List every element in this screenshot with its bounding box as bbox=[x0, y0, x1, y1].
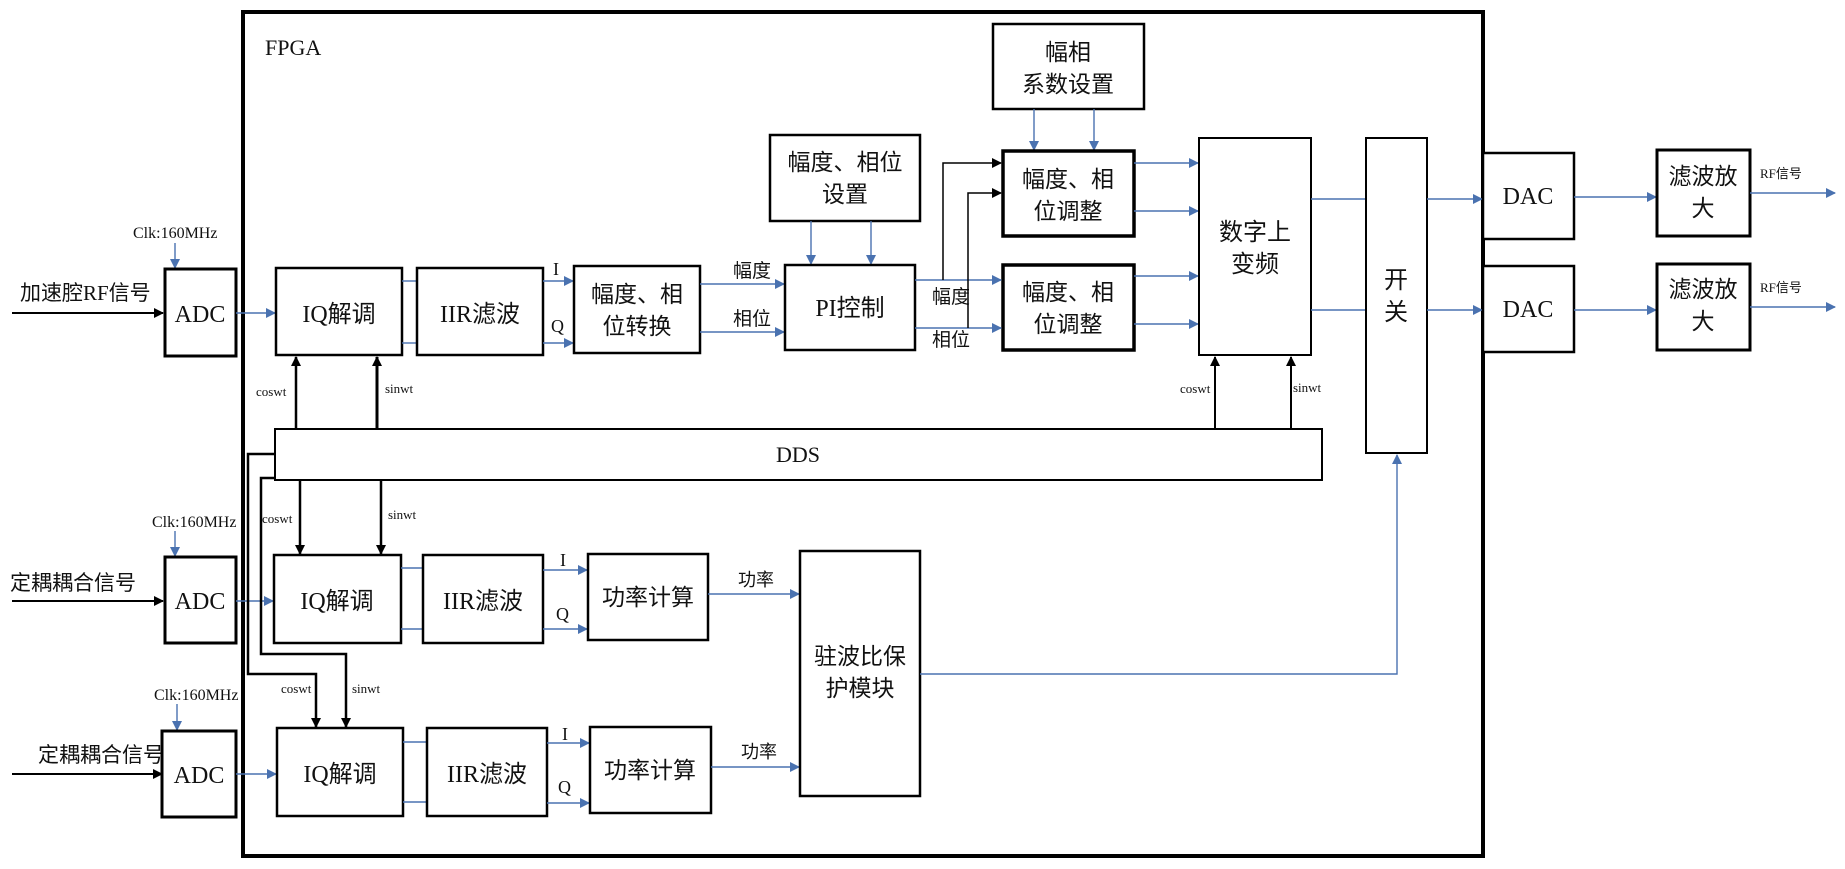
adjust-1-label-2: 位调整 bbox=[1034, 199, 1103, 224]
pi-controller-label: PI控制 bbox=[815, 295, 884, 322]
filter-amp-1 bbox=[1655, 148, 1752, 238]
coswt-label-duc: coswt bbox=[1180, 381, 1211, 396]
amp-phase-convert-label-1: 幅度、相 bbox=[591, 282, 683, 307]
sinwt-label-3: sinwt bbox=[352, 681, 381, 696]
adjust-2-label-2: 位调整 bbox=[1034, 312, 1103, 337]
iir-filter-3-label: IIR滤波 bbox=[447, 761, 527, 788]
filter-amp-2-label-2: 大 bbox=[1692, 309, 1715, 334]
power-label-2: 功率 bbox=[741, 742, 777, 762]
clk-label-1: Clk:160MHz bbox=[133, 225, 217, 242]
amp-phase-convert bbox=[572, 264, 702, 355]
iir-filter-1-label: IIR滤波 bbox=[440, 301, 520, 328]
dac-2-label: DAC bbox=[1503, 297, 1554, 323]
amp-phase-setting bbox=[768, 133, 922, 223]
filter-amp-2-label-1: 滤波放 bbox=[1669, 277, 1738, 302]
amp-phase-setting-label-1: 幅度、相位 bbox=[788, 150, 903, 175]
power-label-1: 功率 bbox=[738, 570, 774, 590]
i-label-2: I bbox=[560, 550, 566, 570]
vswr-label-2: 护模块 bbox=[826, 676, 895, 701]
q-label-3: Q bbox=[558, 777, 571, 797]
amp-phase-setting-label-2: 设置 bbox=[822, 182, 868, 207]
rf-output-label-2: RF信号 bbox=[1760, 280, 1802, 295]
coef-setting-label-2: 系数设置 bbox=[1022, 72, 1114, 97]
dds-label: DDS bbox=[776, 442, 820, 467]
amp-phase-convert-label-2: 位转换 bbox=[603, 314, 672, 339]
vswr-protection bbox=[798, 549, 922, 798]
duc-label-1: 数字上 bbox=[1219, 219, 1291, 246]
vswr-label-1: 驻波比保 bbox=[814, 644, 906, 669]
i-label-1: I bbox=[553, 259, 559, 279]
coswt-label-3: coswt bbox=[281, 681, 312, 696]
amp-phase-adjust-2 bbox=[1001, 263, 1136, 352]
coef-setting-label-1: 幅相 bbox=[1045, 40, 1091, 65]
duc-label-2: 变频 bbox=[1231, 251, 1279, 278]
clk-label-3: Clk:160MHz bbox=[154, 687, 238, 704]
power-calc-2-label: 功率计算 bbox=[604, 758, 696, 783]
sinwt-label-1: sinwt bbox=[385, 381, 414, 396]
sinwt-label-duc: sinwt bbox=[1293, 380, 1322, 395]
rf-input-label: 加速腔RF信号 bbox=[20, 281, 151, 305]
filter-amp-1-label-1: 滤波放 bbox=[1669, 164, 1738, 189]
phase-label-1: 相位 bbox=[733, 308, 771, 330]
iq-demod-2-label: IQ解调 bbox=[300, 588, 373, 615]
filter-amp-1-label-2: 大 bbox=[1692, 196, 1715, 221]
coupler-input-label-1: 定耦耦合信号 bbox=[10, 571, 136, 595]
switch bbox=[1365, 137, 1428, 454]
coswt-label-2: coswt bbox=[262, 511, 293, 526]
adc-2-label: ADC bbox=[175, 589, 226, 615]
adjust-2-label-1: 幅度、相 bbox=[1022, 280, 1114, 305]
dac-1-label: DAC bbox=[1503, 184, 1554, 210]
iq-demod-1-label: IQ解调 bbox=[302, 301, 375, 328]
q-label-2: Q bbox=[556, 604, 569, 624]
adc-1-label: ADC bbox=[175, 302, 226, 328]
q-label-1: Q bbox=[551, 316, 564, 336]
fpga-block-diagram: FPGA 加速腔RF信号 Clk:160MHz ADC IQ解调 IIR滤波 I… bbox=[0, 0, 1845, 869]
sinwt-label-2: sinwt bbox=[388, 507, 417, 522]
iir-filter-2-label: IIR滤波 bbox=[443, 588, 523, 615]
amplitude-label-2: 幅度 bbox=[932, 286, 970, 308]
adjust-1-label-1: 幅度、相 bbox=[1022, 167, 1114, 192]
fpga-label: FPGA bbox=[265, 35, 321, 60]
adc-3-label: ADC bbox=[174, 763, 225, 789]
switch-label-2: 关 bbox=[1384, 299, 1408, 326]
phase-label-2: 相位 bbox=[932, 329, 970, 351]
iq-demod-3-label: IQ解调 bbox=[303, 761, 376, 788]
clk-label-2: Clk:160MHz bbox=[152, 514, 236, 531]
coswt-label-1: coswt bbox=[256, 384, 287, 399]
switch-label-1: 开 bbox=[1384, 268, 1408, 294]
digital-upconverter bbox=[1198, 137, 1312, 356]
rf-output-label-1: RF信号 bbox=[1760, 166, 1802, 181]
i-label-3: I bbox=[562, 724, 568, 744]
coupler-input-label-2: 定耦耦合信号 bbox=[38, 743, 164, 767]
amplitude-label-1: 幅度 bbox=[733, 260, 771, 282]
power-calc-1-label: 功率计算 bbox=[602, 585, 694, 610]
